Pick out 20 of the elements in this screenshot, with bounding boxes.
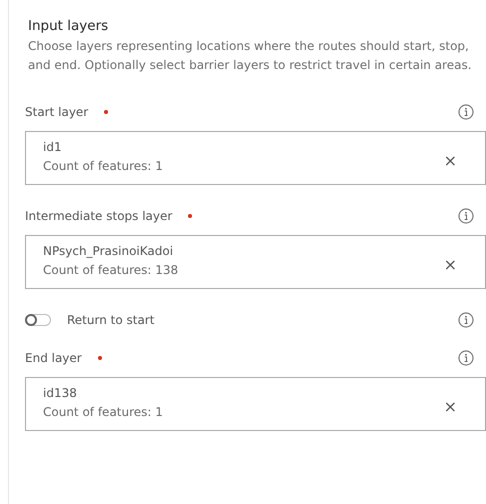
toggle-label: Return to start [67,312,154,330]
info-icon[interactable] [458,350,474,366]
clear-button[interactable]: × [444,257,457,274]
toggle-switch[interactable] [25,314,51,326]
layer-name: NPsych_PrasinoiKadoi [43,243,174,260]
field-label: Intermediate stops layer [25,208,172,226]
field-label: Start layer [25,104,88,122]
feature-count: Count of features: 1 [43,404,164,422]
info-icon[interactable] [458,104,474,120]
panel-title: Input layers [28,17,110,36]
panel-description: Choose layers representing locations where the routes should start, stop, and end. Optionally select barrier layers to restrict travel in certain areas. [28,38,473,74]
info-icon[interactable] [458,312,474,328]
feature-count: Count of features: 1 [43,158,164,176]
clear-button[interactable]: × [444,153,457,170]
feature-count: Count of features: 138 [43,262,180,280]
layer-name: id1 [43,139,63,156]
layer-name: id138 [43,385,78,402]
field-label: End layer [25,350,82,368]
clear-button[interactable]: × [444,399,457,416]
info-icon[interactable] [458,208,474,224]
